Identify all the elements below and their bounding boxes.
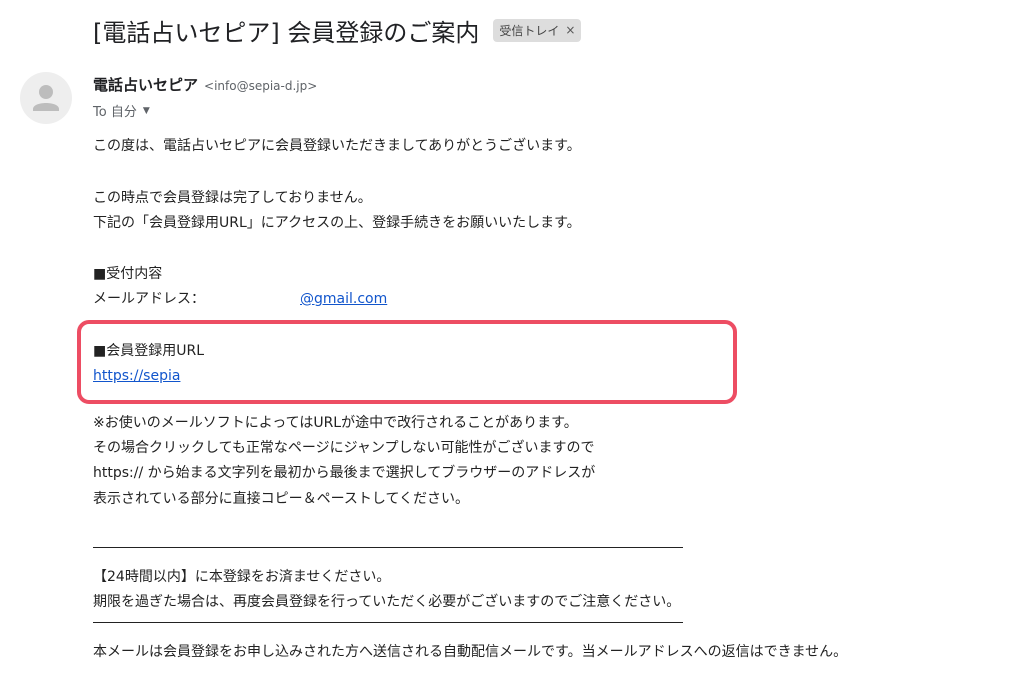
note-line-2: その場合クリックしても正常なページにジャンプしない可能性がございますので [93,440,595,456]
chevron-down-icon[interactable]: ▼ [143,106,150,116]
inbox-label-chip[interactable]: 受信トレイ × [493,18,582,42]
note-line-1: ※お使いのメールソフトによってはURLが途中で改行されることがあります。 [93,415,578,431]
inbox-label-text: 受信トレイ [499,23,560,38]
deadline-line-1: 【24時間以内】に本登録をお済ませください。 [93,569,391,585]
divider-bottom [93,622,683,623]
footer-notice: 本メールは会員登録をお申し込みされた方へ送信される自動配信メールです。当メールア… [93,644,848,660]
sender-email: <info@sepia-d.jp> [204,79,318,93]
recipient-details-toggle[interactable]: To 自分 ▼ [93,101,150,120]
remove-label-icon[interactable]: × [565,23,575,37]
sender-line: 電話占いセピア <info@sepia-d.jp> [93,74,317,95]
reception-heading: ■受付内容 [93,266,163,282]
url-highlight-box [77,320,737,404]
email-label: メールアドレス： [93,291,205,307]
sender-avatar[interactable] [20,72,72,124]
email-subject: [電話占いセピア] 会員登録のご案内 [93,18,480,47]
recipient-text: To 自分 [93,105,137,120]
body-notice-2: 下記の「会員登録用URL」にアクセスの上、登録手続きをお願いいたします。 [93,215,581,231]
note-line-3: https:// から始まる文字列を最初から最後まで選択してブラウザーのアドレス… [93,465,596,481]
body-greeting: この度は、電話占いセピアに会員登録いただきましてありがとうございます。 [93,138,581,154]
registration-url-link[interactable]: https://sepia [93,367,180,385]
divider-top [93,547,683,548]
sender-name[interactable]: 電話占いセピア [93,74,198,95]
body-notice-1: この時点で会員登録は完了しておりません。 [93,190,372,206]
email-subject-row: [電話占いセピア] 会員登録のご案内 受信トレイ × [93,10,582,50]
deadline-line-2: 期限を過ぎた場合は、再度会員登録を行っていただく必要がございますのでご注意くださ… [93,594,681,610]
url-heading: ■会員登録用URL [93,343,205,359]
email-address-link[interactable]: @gmail.com [300,290,387,308]
note-line-4: 表示されている部分に直接コピー＆ペーストしてください。 [93,491,470,507]
person-icon [33,85,59,111]
